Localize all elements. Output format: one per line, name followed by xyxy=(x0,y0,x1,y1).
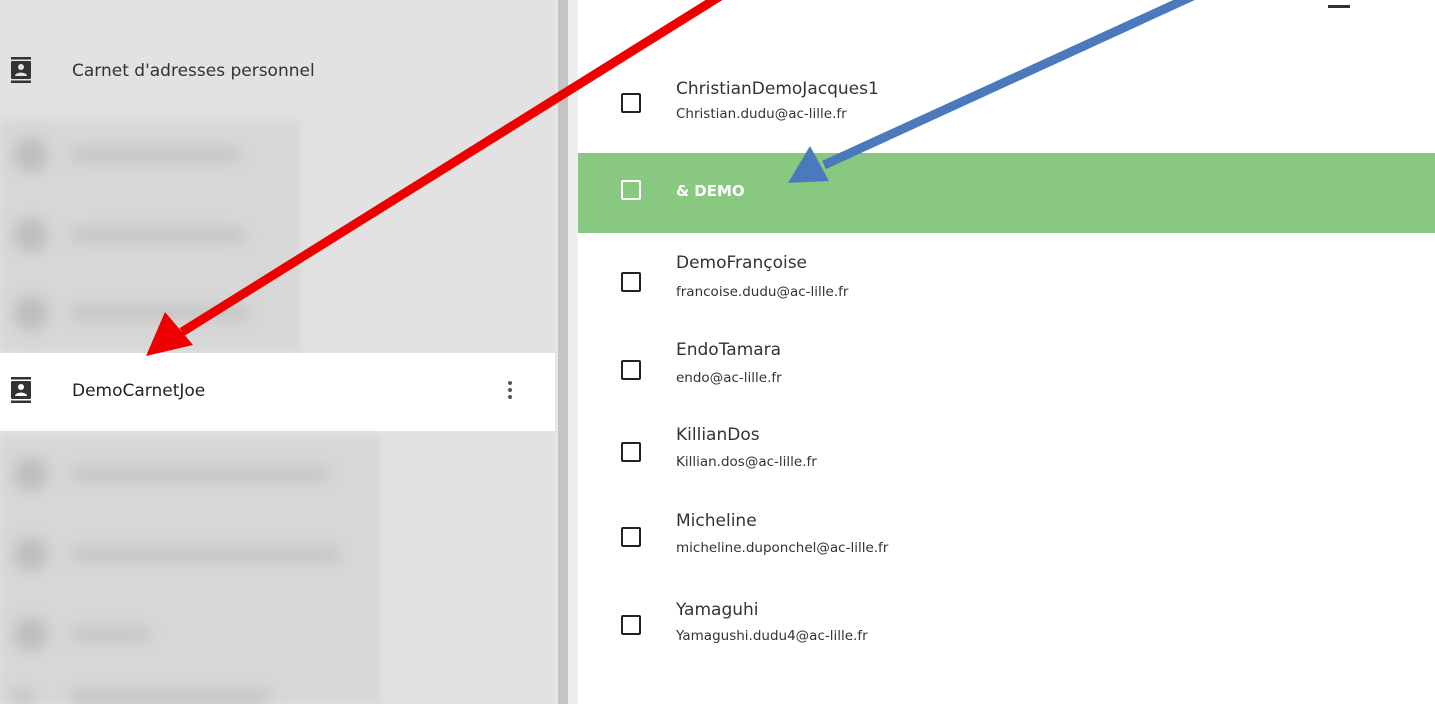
panel-splitter[interactable] xyxy=(555,0,578,704)
sidebar-item-label: Carnet d'adresses personnel xyxy=(72,61,315,81)
contact-checkbox[interactable] xyxy=(621,180,641,200)
sidebar-item-personal-address-book[interactable]: Carnet d'adresses personnel xyxy=(0,40,555,110)
sidebar-item-label: DemoCarnetJoe xyxy=(72,381,206,401)
contact-name: EndoTamara xyxy=(676,340,782,360)
contact-email: francoise.dudu@ac-lille.fr xyxy=(676,284,849,300)
address-book-icon xyxy=(11,377,31,403)
contact-name: KillianDos xyxy=(676,425,760,445)
blurred-sidebar-item xyxy=(0,135,555,175)
contact-name: & DEMO xyxy=(676,182,745,200)
contact-checkbox[interactable] xyxy=(621,527,641,547)
blurred-sidebar-item xyxy=(0,452,555,496)
more-vertical-icon[interactable] xyxy=(502,378,518,406)
contact-row[interactable]: Yamaguhi Yamagushi.dudu4@ac-lille.fr xyxy=(578,593,1435,673)
sidebar-item-democarnetjoe[interactable]: DemoCarnetJoe xyxy=(0,353,555,431)
toolbar-edge xyxy=(1328,5,1350,8)
contact-checkbox[interactable] xyxy=(621,442,641,462)
contact-row[interactable]: Micheline micheline.duponchel@ac-lille.f… xyxy=(578,503,1435,583)
contact-email: Christian.dudu@ac-lille.fr xyxy=(676,106,847,122)
contact-email: endo@ac-lille.fr xyxy=(676,370,782,386)
contact-checkbox[interactable] xyxy=(621,360,641,380)
contact-list: ChristianDemoJacques1 Christian.dudu@ac-… xyxy=(578,0,1435,704)
contact-row-selected[interactable]: & DEMO xyxy=(578,153,1435,233)
contact-checkbox[interactable] xyxy=(621,615,641,635)
contact-row[interactable]: KillianDos Killian.dos@ac-lille.fr xyxy=(578,415,1435,495)
address-book-icon xyxy=(11,57,31,83)
blurred-sidebar-item xyxy=(0,215,555,255)
contact-row[interactable]: ChristianDemoJacques1 Christian.dudu@ac-… xyxy=(578,65,1435,145)
contact-email: Yamagushi.dudu4@ac-lille.fr xyxy=(676,628,868,644)
blurred-sidebar-item xyxy=(0,684,555,704)
contact-email: Killian.dos@ac-lille.fr xyxy=(676,454,817,470)
contact-name: DemoFrançoise xyxy=(676,253,808,273)
contact-checkbox[interactable] xyxy=(621,93,641,113)
contact-name: Micheline xyxy=(676,511,757,531)
blurred-sidebar-item xyxy=(0,293,555,333)
contact-row[interactable]: DemoFrançoise francoise.dudu@ac-lille.fr xyxy=(578,242,1435,322)
blurred-sidebar-item xyxy=(0,532,555,576)
contact-row[interactable]: EndoTamara endo@ac-lille.fr xyxy=(578,330,1435,410)
contact-name: Yamaguhi xyxy=(676,600,759,620)
address-book-sidebar: Carnet d'adresses personnel DemoCarnetJo… xyxy=(0,0,555,704)
blurred-sidebar-item xyxy=(0,612,555,656)
contact-name: ChristianDemoJacques1 xyxy=(676,79,879,99)
contact-checkbox[interactable] xyxy=(621,272,641,292)
contact-email: micheline.duponchel@ac-lille.fr xyxy=(676,540,889,556)
